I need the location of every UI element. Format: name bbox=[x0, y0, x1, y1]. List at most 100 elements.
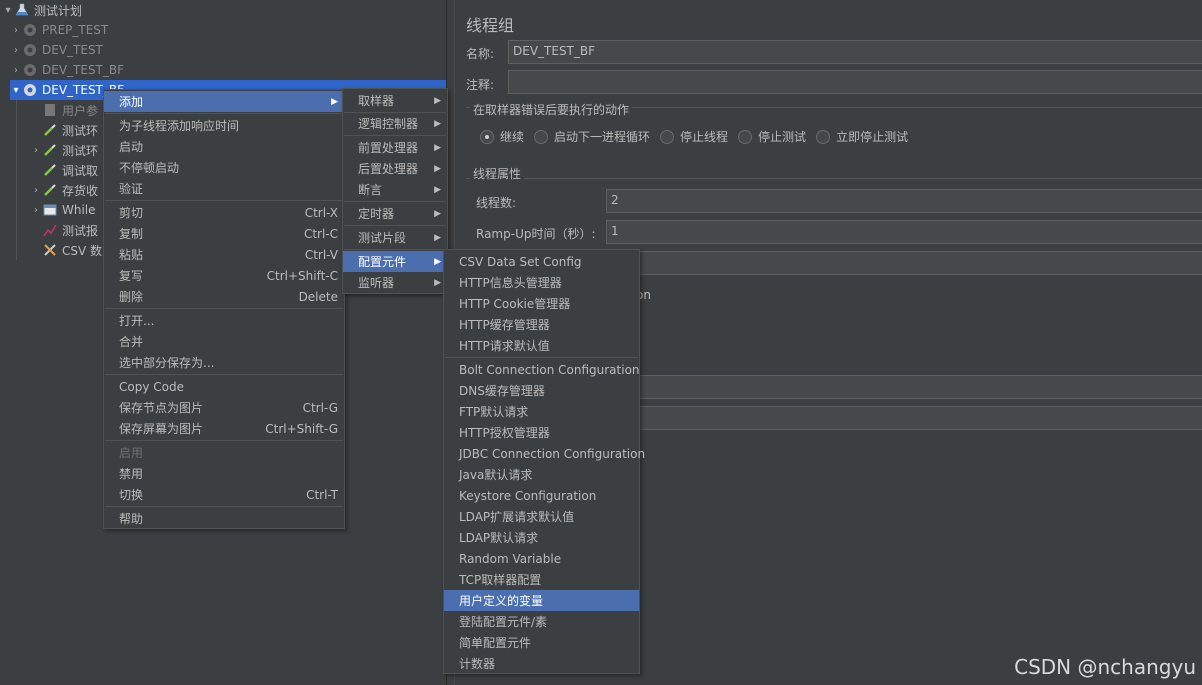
tree-item-inventory[interactable]: › 存货收 bbox=[30, 180, 98, 200]
chevron-right-icon[interactable]: › bbox=[10, 25, 22, 36]
menu-item-ldap-extended-defaults[interactable]: LDAP扩展请求默认值 bbox=[444, 506, 639, 527]
add-submenu: 取样器 ▶ 逻辑控制器 ▶ 前置处理器 ▶ 后置处理器 ▶ 断言 ▶ 定时器 ▶ 测试片段 ▶… bbox=[342, 88, 448, 294]
menu-item-http-auth-manager[interactable]: HTTP授权管理器 bbox=[444, 422, 639, 443]
menu-item-pre-processor[interactable]: 前置处理器 ▶ bbox=[343, 137, 447, 158]
tree-item-dev-test[interactable]: › DEV_TEST bbox=[10, 40, 103, 60]
threads-label: 线程数: bbox=[476, 196, 517, 210]
tree-item-label: 测试环 bbox=[62, 123, 99, 138]
menu-item-assertion[interactable]: 断言 ▶ bbox=[343, 179, 447, 200]
menu-item-logic-controller[interactable]: 逻辑控制器 ▶ bbox=[343, 113, 447, 134]
radio-continue[interactable]: 继续 bbox=[480, 128, 524, 145]
menu-item-copy-code[interactable]: Copy Code bbox=[104, 376, 344, 397]
menu-item-duplicate[interactable]: 复写 Ctrl+Shift-C bbox=[104, 265, 344, 286]
radio-stop-test[interactable]: 停止测试 bbox=[738, 128, 806, 145]
menu-item-save-node-image[interactable]: 保存节点为图片 Ctrl-G bbox=[104, 397, 344, 418]
submenu-arrow-icon: ▶ bbox=[434, 142, 441, 153]
radio-icon[interactable] bbox=[534, 129, 549, 144]
radio-stop-test-now[interactable]: 立即停止测试 bbox=[816, 128, 908, 145]
submenu-arrow-icon: ▶ bbox=[331, 96, 338, 107]
radio-stop-thread[interactable]: 停止线程 bbox=[660, 128, 728, 145]
config-element-submenu: CSV Data Set Config HTTP信息头管理器 HTTP Cook… bbox=[443, 249, 645, 674]
chevron-right-icon[interactable]: › bbox=[30, 145, 42, 156]
pipette-icon bbox=[42, 162, 58, 178]
menu-item-ftp-defaults[interactable]: FTP默认请求 bbox=[444, 401, 639, 422]
watermark: CSDN @nchangyu bbox=[1014, 655, 1196, 679]
menu-item-random-variable[interactable]: Random Variable bbox=[444, 548, 639, 569]
menu-item-help[interactable]: 帮助 bbox=[104, 508, 344, 529]
menu-item-paste[interactable]: 粘贴 Ctrl-V bbox=[104, 244, 344, 265]
menu-item-add[interactable]: 添加 ▶ bbox=[104, 91, 344, 112]
menu-item-copy[interactable]: 复制 Ctrl-C bbox=[104, 223, 344, 244]
radio-next-loop[interactable]: 启动下一进程循环 bbox=[534, 128, 650, 145]
menu-item-listener[interactable]: 监听器 ▶ bbox=[343, 272, 447, 293]
menu-item-user-defined-variables[interactable]: 用户定义的变量 bbox=[444, 590, 639, 611]
menu-item-http-header-manager[interactable]: HTTP信息头管理器 bbox=[444, 272, 639, 293]
flask-icon bbox=[14, 2, 30, 18]
menu-item-timer[interactable]: 定时器 ▶ bbox=[343, 203, 447, 224]
duration-field[interactable] bbox=[606, 375, 1202, 399]
menu-item-tcp-sampler-config[interactable]: TCP取样器配置 bbox=[444, 569, 639, 590]
pipette-icon bbox=[42, 142, 58, 158]
menu-item-http-cache-manager[interactable]: HTTP缓存管理器 bbox=[444, 314, 639, 335]
name-field[interactable]: DEV_TEST_BF bbox=[508, 40, 1202, 64]
menu-item-start-no-pause[interactable]: 不停顿启动 bbox=[104, 157, 344, 178]
tree-item-test-env-1[interactable]: 测试环 bbox=[30, 120, 98, 140]
menu-item-counter[interactable]: 计数器 bbox=[444, 653, 639, 674]
tree-item-prep-test[interactable]: › PREP_TEST bbox=[10, 20, 108, 40]
chevron-down-icon[interactable]: ▾ bbox=[2, 5, 14, 16]
menu-item-validate[interactable]: 验证 bbox=[104, 178, 344, 199]
loop-field[interactable] bbox=[606, 251, 1202, 275]
chevron-right-icon[interactable]: › bbox=[30, 185, 42, 196]
chevron-right-icon[interactable]: › bbox=[10, 65, 22, 76]
menu-item-http-request-defaults[interactable]: HTTP请求默认值 bbox=[444, 335, 639, 356]
tree-item-while[interactable]: › While bbox=[30, 200, 96, 220]
gear-icon bbox=[22, 62, 38, 78]
menu-item-cut[interactable]: 剪切 Ctrl-X bbox=[104, 202, 344, 223]
delay-field[interactable] bbox=[606, 406, 1202, 430]
pipette-icon bbox=[42, 122, 58, 138]
radio-icon[interactable] bbox=[816, 129, 831, 144]
tree-item-report[interactable]: 测试报 bbox=[30, 220, 98, 240]
menu-item-post-processor[interactable]: 后置处理器 ▶ bbox=[343, 158, 447, 179]
menu-item-http-cookie-manager[interactable]: HTTP Cookie管理器 bbox=[444, 293, 639, 314]
menu-item-start[interactable]: 启动 bbox=[104, 136, 344, 157]
chevron-right-icon[interactable]: › bbox=[10, 45, 22, 56]
menu-item-sampler[interactable]: 取样器 ▶ bbox=[343, 90, 447, 111]
menu-item-keystore[interactable]: Keystore Configuration bbox=[444, 485, 639, 506]
menu-item-toggle[interactable]: 切换 Ctrl-T bbox=[104, 484, 344, 505]
pipette-icon bbox=[42, 182, 58, 198]
name-label: 名称: bbox=[466, 47, 495, 61]
menu-item-disable[interactable]: 禁用 bbox=[104, 463, 344, 484]
tree-item-csv[interactable]: CSV 数 bbox=[30, 240, 102, 260]
menu-item-save-screen-image[interactable]: 保存屏幕为图片 Ctrl+Shift-G bbox=[104, 418, 344, 439]
chevron-right-icon[interactable]: › bbox=[30, 205, 42, 216]
radio-checked-icon[interactable] bbox=[480, 129, 494, 144]
menu-item-save-selection[interactable]: 选中部分保存为... bbox=[104, 352, 344, 373]
tree-item-dev-test-bf-disabled[interactable]: › DEV_TEST_BF bbox=[10, 60, 124, 80]
radio-icon[interactable] bbox=[660, 129, 675, 144]
menu-item-test-fragment[interactable]: 测试片段 ▶ bbox=[343, 227, 447, 248]
menu-item-ldap-defaults[interactable]: LDAP默认请求 bbox=[444, 527, 639, 548]
radio-icon[interactable] bbox=[738, 129, 753, 144]
rampup-field[interactable]: 1 bbox=[606, 220, 1202, 244]
menu-item-java-defaults[interactable]: Java默认请求 bbox=[444, 464, 639, 485]
menu-item-dns-cache[interactable]: DNS缓存管理器 bbox=[444, 380, 639, 401]
menu-item-login-config[interactable]: 登陆配置元件/素 bbox=[444, 611, 639, 632]
menu-item-simple-config[interactable]: 简单配置元件 bbox=[444, 632, 639, 653]
menu-item-merge[interactable]: 合并 bbox=[104, 331, 344, 352]
menu-item-csv-data-set[interactable]: CSV Data Set Config bbox=[444, 251, 639, 272]
comment-field[interactable] bbox=[508, 70, 1202, 94]
tree-item-test-env-2[interactable]: › 测试环 bbox=[30, 140, 98, 160]
tree-item-user-vars[interactable]: 用户参 bbox=[30, 100, 98, 120]
threads-field[interactable]: 2 bbox=[606, 189, 1202, 213]
tree-root[interactable]: ▾ 测试计划 bbox=[2, 0, 82, 20]
menu-item-jdbc-connection[interactable]: JDBC Connection Configuration bbox=[444, 443, 645, 464]
tree-item-debug[interactable]: 调试取 bbox=[30, 160, 98, 180]
submenu-arrow-icon: ▶ bbox=[434, 163, 441, 174]
menu-item-add-response-time[interactable]: 为子线程添加响应时间 bbox=[104, 115, 344, 136]
chevron-down-icon[interactable]: ▾ bbox=[10, 85, 22, 96]
menu-item-open[interactable]: 打开... bbox=[104, 310, 344, 331]
menu-item-delete[interactable]: 删除 Delete bbox=[104, 286, 344, 307]
menu-item-bolt-connection[interactable]: Bolt Connection Configuration bbox=[444, 359, 640, 380]
menu-item-config-element[interactable]: 配置元件 ▶ bbox=[343, 251, 447, 272]
